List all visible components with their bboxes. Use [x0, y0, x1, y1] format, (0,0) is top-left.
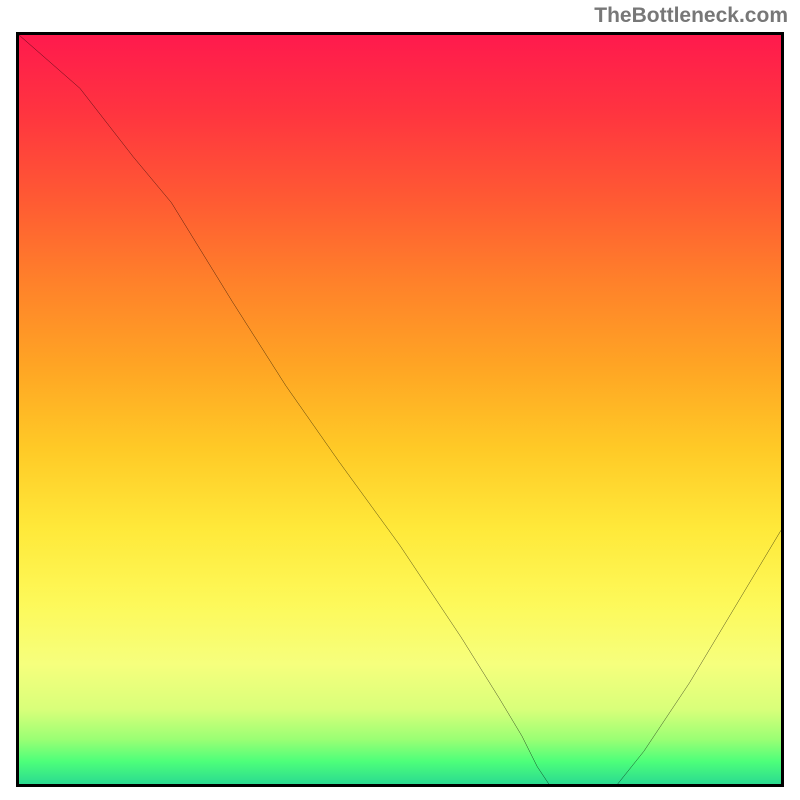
bottleneck-curve-path: [19, 35, 781, 787]
selected-point-marker: [560, 786, 590, 787]
chart-frame: [16, 32, 784, 787]
watermark-text: TheBottleneck.com: [594, 4, 788, 28]
chart-svg: [19, 35, 781, 787]
